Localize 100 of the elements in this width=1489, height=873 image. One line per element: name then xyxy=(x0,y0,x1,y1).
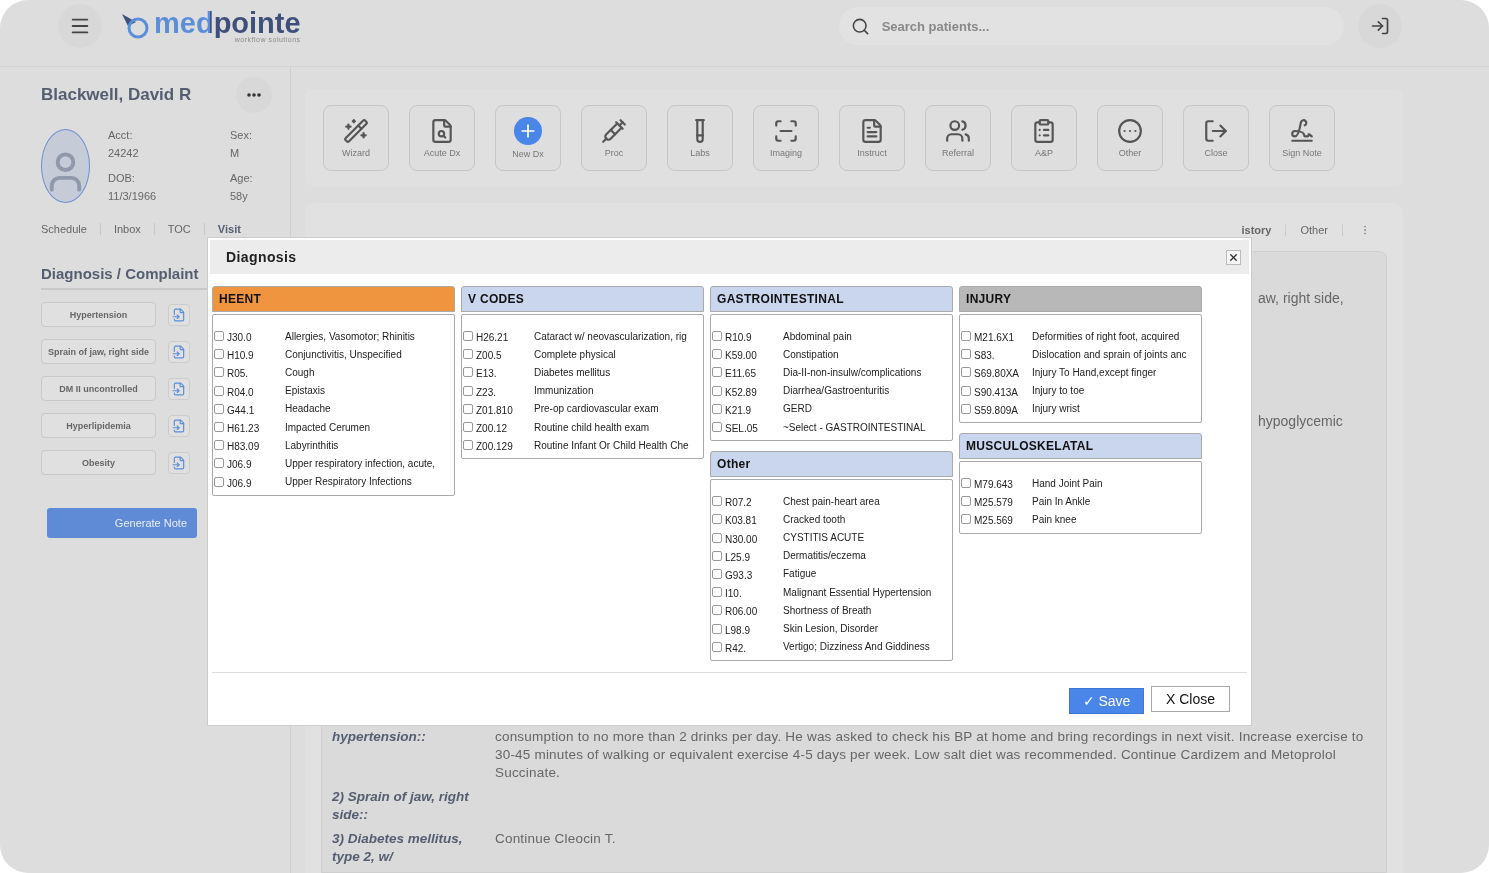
more-button[interactable] xyxy=(236,77,272,113)
checkbox[interactable] xyxy=(712,550,722,561)
toolbar-button[interactable]: Acute Dx xyxy=(409,104,475,171)
save-button[interactable]: ✓ Save xyxy=(1069,688,1144,714)
checkbox[interactable] xyxy=(463,331,473,342)
checkbox[interactable] xyxy=(214,458,224,469)
diagnosis-code: N30.00 xyxy=(725,532,759,545)
diagnosis-code: I10. xyxy=(725,587,743,600)
checkbox[interactable] xyxy=(961,367,971,378)
complaint-button[interactable]: DM II uncontrolled xyxy=(41,376,156,401)
search-bar[interactable]: Search patients... xyxy=(838,7,1344,45)
checkbox[interactable] xyxy=(961,385,971,396)
checkbox[interactable] xyxy=(712,349,722,360)
checkbox[interactable] xyxy=(214,403,224,414)
note-icon[interactable] xyxy=(168,340,190,363)
checkbox[interactable] xyxy=(214,349,224,360)
checkbox[interactable] xyxy=(712,514,722,525)
checkbox[interactable] xyxy=(712,385,722,396)
checkbox[interactable] xyxy=(712,568,722,579)
close-button[interactable]: X Close xyxy=(1151,686,1230,712)
checkbox[interactable] xyxy=(463,403,473,414)
diagnosis-label: Deformities of right foot, acquired xyxy=(1032,330,1180,342)
toolbar-button[interactable]: Instruct xyxy=(839,104,905,171)
checkbox[interactable] xyxy=(961,514,971,525)
checkbox[interactable] xyxy=(214,331,224,342)
checkbox[interactable] xyxy=(712,422,722,433)
checkbox[interactable] xyxy=(712,496,722,507)
checkbox[interactable] xyxy=(712,641,722,652)
checkbox[interactable] xyxy=(712,331,722,342)
content-tab[interactable]: Other xyxy=(1286,224,1343,236)
checkbox[interactable] xyxy=(463,385,473,396)
checkbox[interactable] xyxy=(712,587,722,598)
diagnosis-code: R04.0 xyxy=(227,385,255,398)
checkbox[interactable] xyxy=(463,349,473,360)
checkbox[interactable] xyxy=(214,367,224,378)
checkbox[interactable] xyxy=(463,422,473,433)
diagnosis-label: Vertigo; Dizziness And Giddiness xyxy=(783,641,930,653)
checkbox[interactable] xyxy=(214,385,224,396)
nav-tab[interactable]: TOC xyxy=(167,223,205,235)
diagnosis-code: J30.0 xyxy=(227,331,253,344)
checkbox[interactable] xyxy=(463,440,473,451)
diagnosis-label: Routine child health exam xyxy=(534,421,650,433)
toolbar-button[interactable]: Referral xyxy=(925,104,991,171)
checkbox[interactable] xyxy=(712,532,722,543)
toolbar-button[interactable]: Wizard xyxy=(323,104,389,171)
note-icon[interactable] xyxy=(168,414,190,437)
content-tab[interactable]: istory xyxy=(1227,224,1287,236)
diagnosis-label: Diabetes mellitus xyxy=(534,366,611,378)
nav-tab[interactable]: Schedule xyxy=(41,223,101,235)
close-icon[interactable] xyxy=(1226,249,1241,265)
diagnosis-code: Z00.5 xyxy=(476,349,503,362)
complaint-button[interactable]: Sprain of jaw, right side xyxy=(41,339,156,364)
logo-text: medpointe xyxy=(154,9,301,38)
note-text: hypoglycemic xyxy=(1258,413,1344,429)
checkbox[interactable] xyxy=(961,403,971,414)
complaint-button[interactable]: Hyperlipidemia xyxy=(41,413,156,438)
diagnosis-code: K52.89 xyxy=(725,385,758,398)
toolbar-button[interactable]: Proc xyxy=(581,104,647,171)
note-icon[interactable] xyxy=(168,377,190,400)
diagnosis-code: G93.3 xyxy=(725,568,754,581)
checkbox[interactable] xyxy=(214,440,224,451)
checkbox[interactable] xyxy=(961,349,971,360)
toolbar-button[interactable]: New Dx xyxy=(495,104,561,171)
checkbox[interactable] xyxy=(712,623,722,634)
diagnosis-label: ~Select - GASTROINTESTINAL xyxy=(783,421,926,433)
assessment-label: hypertension:: xyxy=(332,728,427,746)
checkbox[interactable] xyxy=(712,605,722,616)
diagnosis-code: R07.2 xyxy=(725,496,753,509)
nav-tab[interactable]: Inbox xyxy=(113,223,155,235)
checkbox[interactable] xyxy=(712,367,722,378)
checkbox[interactable] xyxy=(961,496,971,507)
diagnosis-code: S83. xyxy=(974,349,996,362)
checkbox[interactable] xyxy=(961,478,971,489)
generate-note-button[interactable]: Generate Note xyxy=(47,508,197,538)
magic-wand-icon xyxy=(343,117,369,144)
nav-tab[interactable]: Visit xyxy=(217,223,254,235)
diagnosis-code: J06.9 xyxy=(227,458,253,471)
checkbox[interactable] xyxy=(961,331,971,342)
diagnosis-code: H10.9 xyxy=(227,349,255,362)
checkbox[interactable] xyxy=(214,422,224,433)
diagnosis-label: Routine Infant Or Child Health Che xyxy=(534,439,689,451)
diagnosis-label: Immunization xyxy=(534,385,594,397)
toolbar-button[interactable]: Labs xyxy=(667,104,733,171)
checkbox[interactable] xyxy=(712,403,722,414)
toolbar-button[interactable]: Imaging xyxy=(753,104,819,171)
toolbar-button[interactable]: A&P xyxy=(1011,104,1077,171)
diagnosis-code: E11.65 xyxy=(725,367,757,380)
search-field[interactable]: Search patients... xyxy=(879,17,1332,35)
toolbar-button[interactable]: Sign Note xyxy=(1269,104,1335,171)
note-icon[interactable] xyxy=(168,303,190,326)
toolbar-button[interactable]: Close xyxy=(1183,104,1249,171)
toolbar-button[interactable]: Other xyxy=(1097,104,1163,171)
note-icon[interactable] xyxy=(168,451,190,474)
complaint-button[interactable]: Hypertension xyxy=(41,302,156,327)
checkbox[interactable] xyxy=(214,476,224,487)
checkbox[interactable] xyxy=(463,367,473,378)
complaint-button[interactable]: Obesity xyxy=(41,450,156,475)
menu-button[interactable] xyxy=(58,4,102,48)
diagnosis-label: Shortness of Breath xyxy=(783,604,872,616)
diagnosis-code: Z23. xyxy=(476,385,497,398)
